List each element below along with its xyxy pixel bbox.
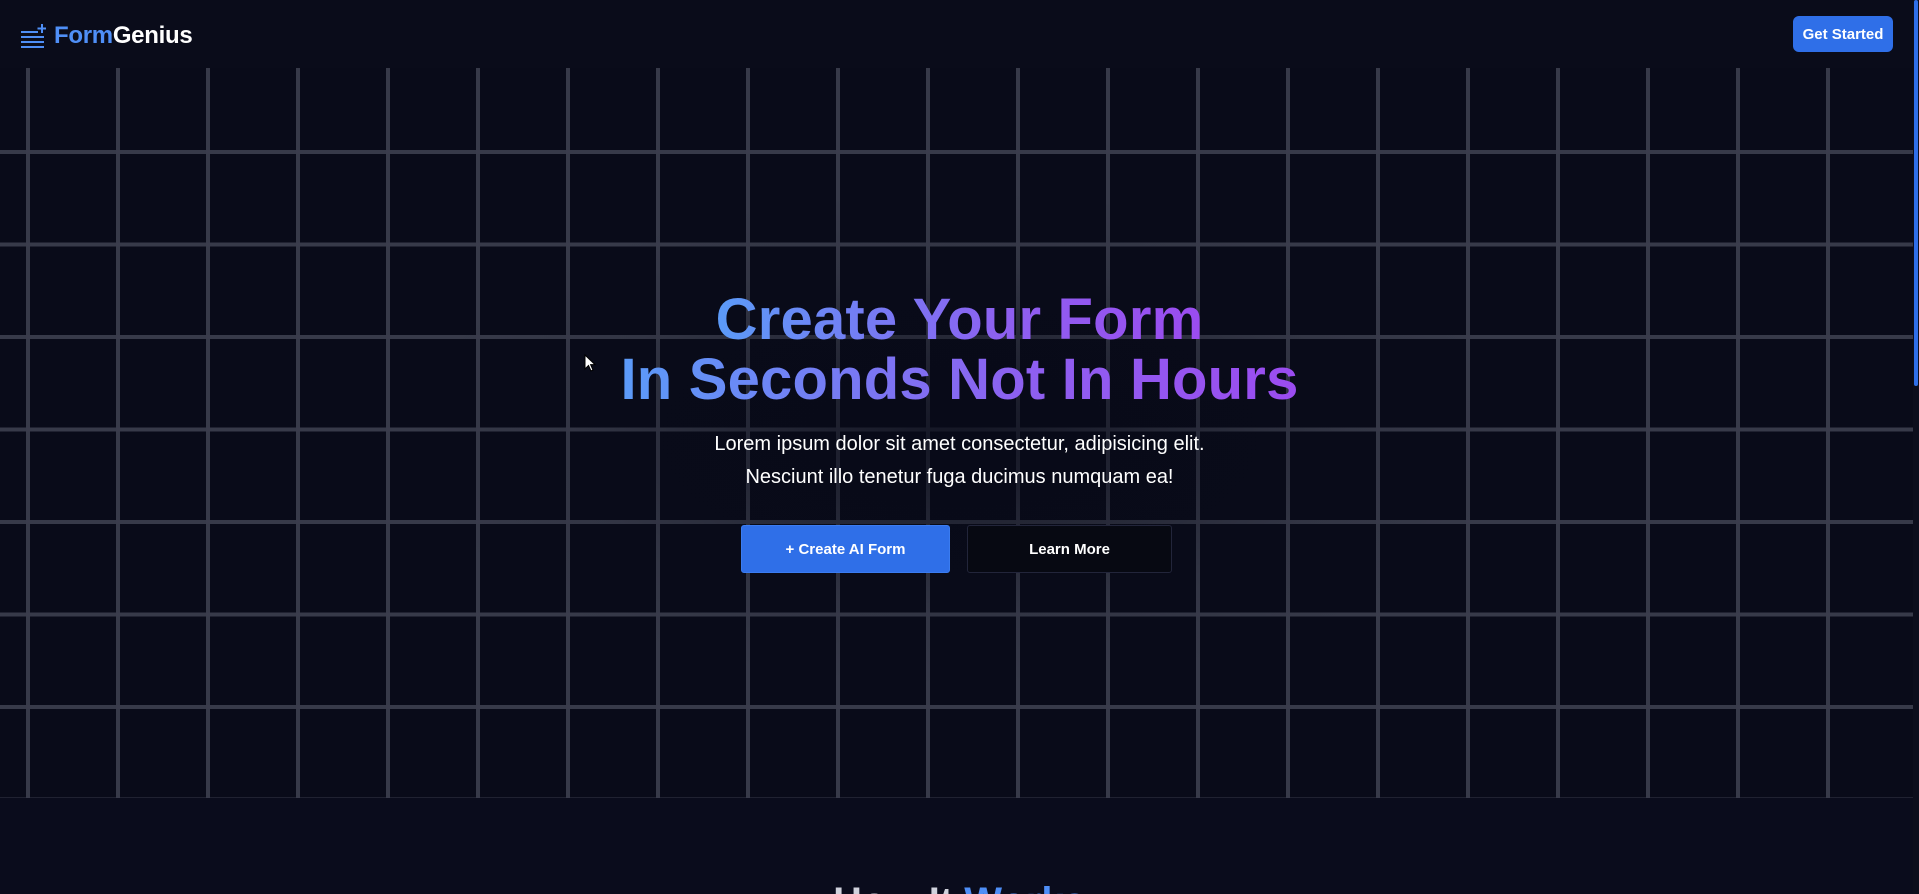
- stacked-lines-sparkle-icon: [21, 24, 46, 48]
- get-started-button[interactable]: Get Started: [1793, 16, 1893, 52]
- create-ai-form-button[interactable]: + Create AI Form: [741, 525, 950, 573]
- hero-section: Create Your Form In Seconds Not In Hours…: [0, 68, 1919, 798]
- landing-page: FormGenius Get Started Create Your Form …: [0, 0, 1919, 894]
- hero-subtitle: Lorem ipsum dolor sit amet consectetur, …: [0, 428, 1919, 494]
- site-header: FormGenius Get Started: [0, 0, 1919, 68]
- learn-more-button[interactable]: Learn More: [967, 525, 1172, 573]
- brand-name: FormGenius: [54, 22, 193, 50]
- hero-subtitle-line1: Lorem ipsum dolor sit amet consectetur, …: [714, 433, 1205, 455]
- how-it-works-title-part2: Works: [964, 880, 1086, 894]
- how-it-works-section: How It Works: [0, 798, 1919, 894]
- hero-title: Create Your Form In Seconds Not In Hours: [0, 290, 1919, 410]
- brand-logo[interactable]: FormGenius: [20, 22, 193, 50]
- hero-title-line2: In Seconds Not In Hours: [620, 347, 1299, 412]
- scrollbar-thumb[interactable]: [1914, 0, 1918, 386]
- how-it-works-title: How It Works: [0, 880, 1919, 894]
- how-it-works-title-part1: How It: [833, 880, 953, 894]
- brand-name-part1: Form: [54, 22, 113, 49]
- brand-name-part2: Genius: [112, 22, 193, 49]
- mouse-cursor-icon: [584, 354, 596, 372]
- hero-title-line1: Create Your Form: [715, 287, 1204, 352]
- hero-subtitle-line2: Nesciunt illo tenetur fuga ducimus numqu…: [745, 466, 1174, 488]
- page-scrollbar[interactable]: [1913, 0, 1919, 894]
